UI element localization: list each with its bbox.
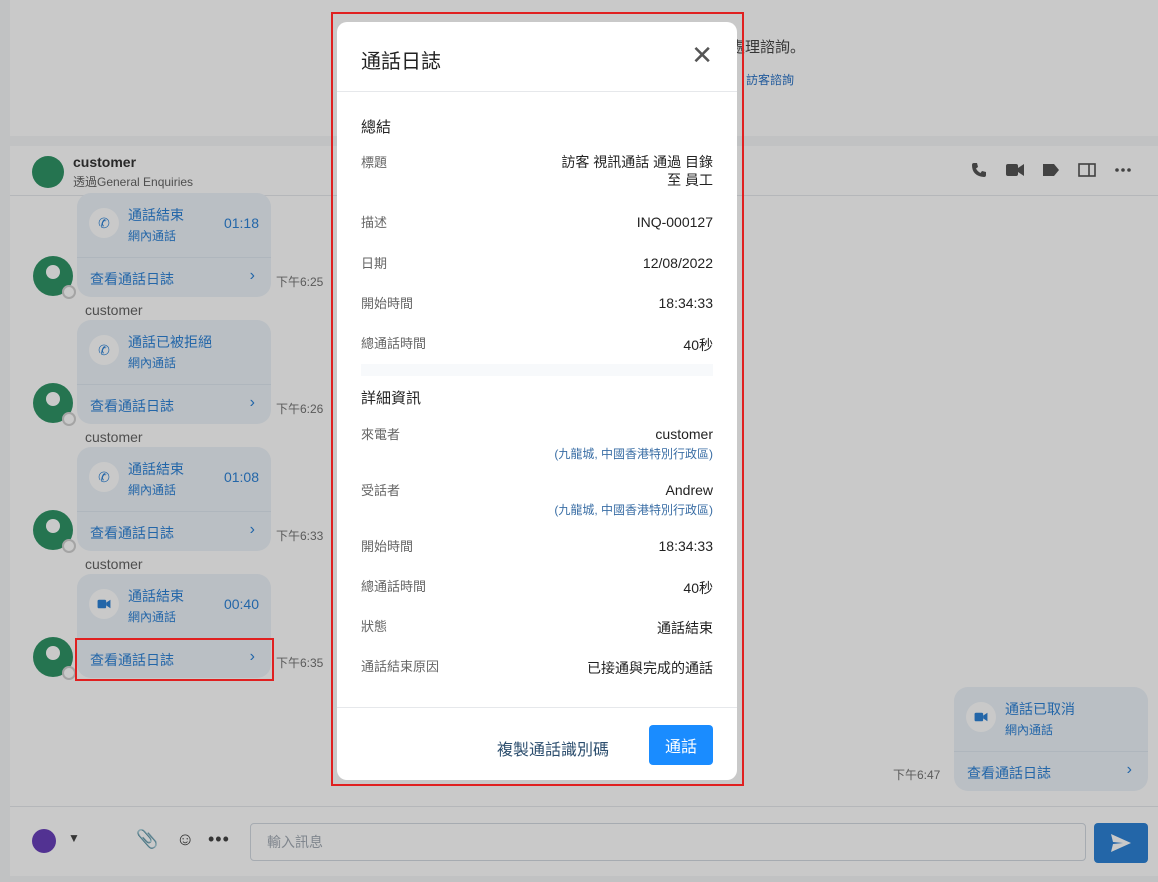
close-icon[interactable]: ✕ bbox=[691, 42, 713, 68]
highlight-box bbox=[75, 638, 274, 681]
field-value: 已接通與完成的通話 bbox=[587, 660, 713, 676]
field-value: 18:34:33 bbox=[658, 295, 714, 311]
field-label: 日期 bbox=[361, 256, 388, 271]
field-value: INQ-000127 bbox=[636, 214, 713, 230]
summary-title: 總結 bbox=[361, 119, 392, 136]
field-value: 通話結束 bbox=[657, 620, 713, 636]
field-value: 40秒 bbox=[683, 337, 713, 353]
field-label: 標題 bbox=[361, 155, 388, 170]
section-divider bbox=[361, 364, 713, 376]
field-value: Andrew bbox=[665, 482, 713, 498]
field-label: 受話者 bbox=[361, 483, 401, 498]
field-label: 開始時間 bbox=[361, 296, 414, 311]
call-button[interactable]: 通話 bbox=[649, 725, 713, 765]
call-log-dialog: 通話日誌 ✕ 總結 標題 訪客 視訊通話 通過 目錄 至 員工 描述 INQ-0… bbox=[337, 22, 737, 780]
field-label: 描述 bbox=[361, 215, 388, 230]
copy-call-id-button[interactable]: 複製通話識別碼 bbox=[497, 736, 609, 760]
location-text: (九龍城, 中國香港特別行政區) bbox=[554, 447, 713, 461]
field-label: 通話結束原因 bbox=[361, 659, 440, 674]
dialog-title: 通話日誌 bbox=[361, 51, 441, 73]
details-title: 詳細資訊 bbox=[361, 390, 422, 407]
field-value: 40秒 bbox=[683, 580, 713, 596]
location-text: (九龍城, 中國香港特別行政區) bbox=[554, 503, 713, 517]
field-label: 狀態 bbox=[361, 619, 388, 634]
field-label: 來電者 bbox=[361, 427, 401, 442]
field-label: 總通話時間 bbox=[361, 579, 427, 594]
dialog-header: 通話日誌 ✕ bbox=[337, 22, 737, 92]
field-label: 開始時間 bbox=[361, 539, 414, 554]
dialog-footer: 複製通話識別碼 通話 bbox=[337, 707, 737, 780]
field-value: 18:34:33 bbox=[658, 538, 714, 554]
field-value: 訪客 視訊通話 通過 目錄 至 員工 bbox=[561, 154, 713, 188]
field-value: 12/08/2022 bbox=[642, 255, 713, 271]
field-value: customer bbox=[655, 426, 713, 442]
field-label: 總通話時間 bbox=[361, 336, 427, 351]
